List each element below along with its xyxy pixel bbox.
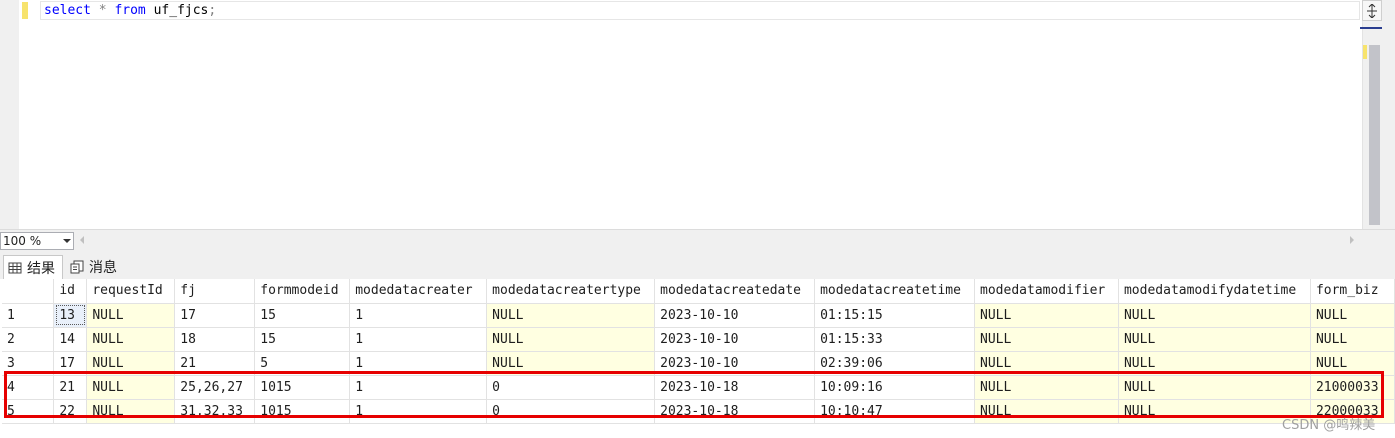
table-cell[interactable]: NULL [1118,327,1311,352]
table-cell[interactable]: NULL [974,303,1119,328]
table-cell[interactable]: NULL [974,327,1119,352]
scroll-change-marker [1363,45,1367,59]
column-header[interactable]: fj [174,279,256,304]
scroll-right-icon[interactable] [1350,236,1354,244]
column-header[interactable]: modedatamodifier [974,279,1119,304]
zoom-scroll-bar: 100 % [0,229,1395,251]
editor-scroll-thumb[interactable] [1369,45,1380,225]
table-cell[interactable]: 01:15:15 [814,303,976,328]
column-header[interactable]: modedatacreater [349,279,488,304]
watermark: CSDN @鸣辣美 [1282,418,1376,433]
column-header-rownum[interactable] [2,279,55,304]
column-header[interactable]: modedatacreatedate [654,279,816,304]
table-cell[interactable]: NULL [1310,303,1395,328]
table-cell[interactable]: 2023-10-10 [654,327,816,352]
table-cell[interactable]: NULL [1310,327,1395,352]
query-line[interactable]: select * from uf_fjcs; [44,2,216,19]
zoom-value: 100 % [3,234,42,248]
message-icon [70,260,84,274]
change-tracking-mark [22,2,28,19]
table-cell[interactable]: NULL [86,327,176,352]
keyword-from: from [114,3,146,18]
table-cell[interactable]: 18 [174,327,256,352]
column-header[interactable]: id [53,279,88,304]
tab-results-label: 结果 [27,260,55,277]
table-row[interactable]: 2 14 NULL 18 15 1 NULL 2023-10-10 01:15:… [2,327,1395,352]
grid-icon [8,262,22,273]
scroll-left-icon[interactable] [80,236,84,244]
result-tabs: 结果 消息 [0,251,1395,279]
zoom-dropdown[interactable]: 100 % [0,232,74,250]
table-cell[interactable]: NULL [86,303,176,328]
table-cell[interactable]: 13 [53,303,88,328]
column-header[interactable]: modedatacreatetime [814,279,976,304]
split-icon [1367,4,1377,18]
table-row[interactable]: 1 13 NULL 17 15 1 NULL 2023-10-10 01:15:… [2,303,1395,328]
asterisk: * [98,3,107,18]
table-cell[interactable]: 01:15:33 [814,327,976,352]
keyword-select: select [44,3,91,18]
editor-gutter [0,0,19,229]
column-header[interactable]: requestId [86,279,176,304]
header-row: id requestId fj formmodeid modedatacreat… [2,279,1395,304]
tab-messages-label: 消息 [89,260,117,276]
red-annotation-box [4,371,1384,418]
table-cell[interactable]: 14 [53,327,88,352]
column-header[interactable]: formmodeid [254,279,351,304]
row-number[interactable]: 2 [2,327,55,352]
semicolon: ; [208,3,217,18]
table-cell[interactable]: 15 [254,327,351,352]
query-editor[interactable]: select * from uf_fjcs; [0,0,1395,229]
column-header[interactable]: form_biz [1310,279,1395,304]
table-cell[interactable]: 1 [349,327,488,352]
table-cell[interactable]: NULL [486,327,656,352]
chevron-down-icon [63,239,71,243]
split-editor-button[interactable] [1362,0,1382,21]
table-cell[interactable]: 1 [349,303,488,328]
table-cell[interactable]: NULL [1118,303,1311,328]
row-number[interactable]: 1 [2,303,55,328]
column-header[interactable]: modedatacreatertype [486,279,656,304]
table-cell[interactable]: 15 [254,303,351,328]
table-name: uf_fjcs [153,3,209,18]
table-cell[interactable]: 17 [174,303,256,328]
table-cell[interactable]: 2023-10-10 [654,303,816,328]
column-header[interactable]: modedatamodifydatetime [1118,279,1311,304]
tab-results[interactable]: 结果 [3,255,63,279]
tab-messages[interactable]: 消息 [66,255,132,279]
current-line-highlight [40,1,1360,20]
editor-right-edge [1382,0,1395,229]
editor-text-area[interactable]: select * from uf_fjcs; [30,0,1362,229]
table-cell[interactable]: NULL [486,303,656,328]
